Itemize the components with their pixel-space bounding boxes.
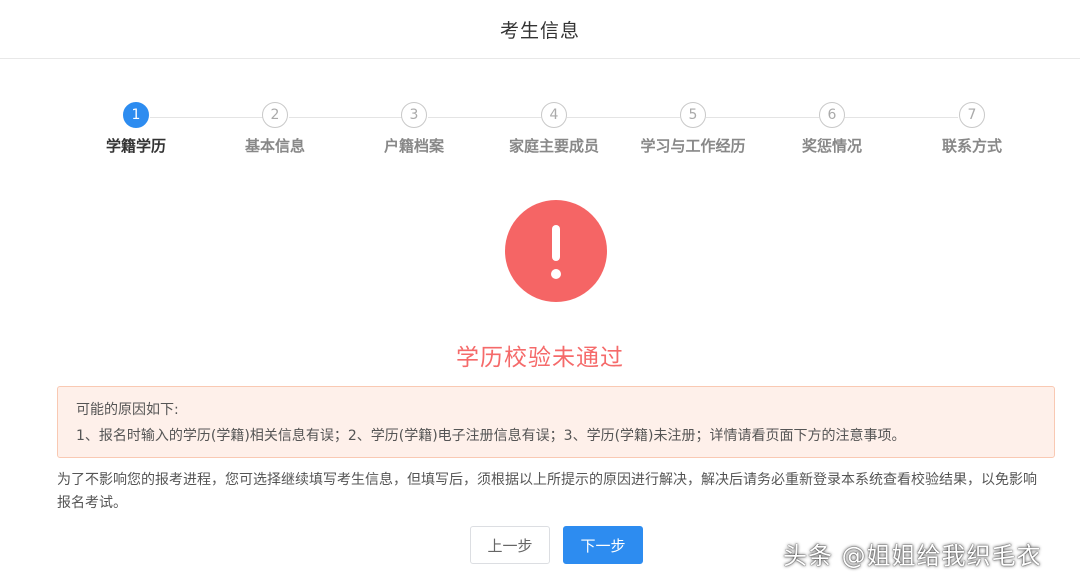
step-label: 奖惩情况 — [801, 137, 862, 155]
step-label: 基本信息 — [244, 137, 305, 155]
step-3[interactable]: 3 户籍档案 — [344, 102, 484, 156]
step-label: 联系方式 — [941, 137, 1002, 155]
exclamation-mark-glyph — [551, 225, 561, 279]
prev-step-button[interactable]: 上一步 — [470, 526, 550, 564]
step-number: 2 — [262, 102, 288, 128]
step-number: 1 — [123, 102, 149, 128]
step-label: 家庭主要成员 — [508, 137, 599, 155]
step-number: 3 — [401, 102, 427, 128]
result-title: 学历校验未通过 — [456, 345, 624, 371]
page-title: 考生信息 — [499, 19, 580, 42]
step-number: 4 — [541, 102, 567, 128]
notice-text: 为了不影响您的报考进程，您可选择继续填写考生信息，但填写后，须根据以上所提示的原… — [57, 472, 1037, 511]
step-1[interactable]: 1 学籍学历 — [66, 102, 206, 156]
step-number: 7 — [959, 102, 985, 128]
reason-heading: 可能的原因如下: — [76, 402, 179, 418]
step-number: 6 — [819, 102, 845, 128]
step-4[interactable]: 4 家庭主要成员 — [484, 102, 624, 156]
step-number: 5 — [680, 102, 706, 128]
step-7[interactable]: 7 联系方式 — [902, 102, 1042, 156]
step-label: 户籍档案 — [383, 137, 444, 155]
exclamation-icon — [505, 200, 607, 302]
steps-bar: 1 学籍学历 2 基本信息 3 户籍档案 4 家庭主要成员 5 学习与工作经历 … — [0, 102, 1080, 162]
reason-alert-box: 可能的原因如下: 1、报名时输入的学历(学籍)相关信息有误；2、学历(学籍)电子… — [57, 386, 1055, 458]
page-header: 考生信息 — [0, 0, 1080, 59]
watermark-text: 头条 @姐姐给我织毛衣 — [783, 542, 1042, 570]
next-step-button[interactable]: 下一步 — [563, 526, 643, 564]
step-label: 学籍学历 — [105, 137, 166, 155]
step-label: 学习与工作经历 — [640, 137, 746, 155]
step-2[interactable]: 2 基本信息 — [205, 102, 345, 156]
step-5[interactable]: 5 学习与工作经历 — [623, 102, 763, 156]
reason-text: 1、报名时输入的学历(学籍)相关信息有误；2、学历(学籍)电子注册信息有误；3、… — [76, 428, 906, 444]
step-6[interactable]: 6 奖惩情况 — [762, 102, 902, 156]
